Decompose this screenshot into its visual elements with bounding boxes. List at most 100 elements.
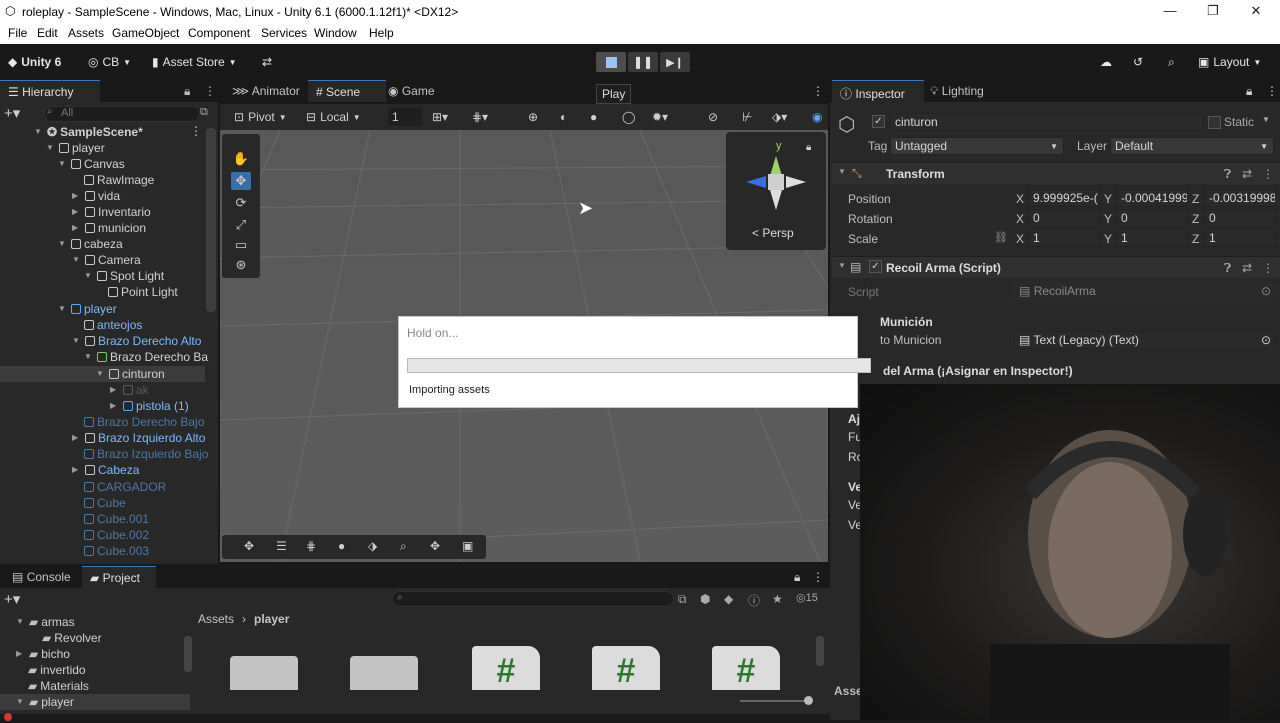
hand-tool-icon[interactable]: ✋ (231, 150, 251, 168)
tree-row-inactive[interactable]: ▶ ak (110, 382, 149, 398)
history-icon[interactable]: ↺ (1133, 51, 1143, 73)
type-filter-icon[interactable]: ⬢ (700, 592, 710, 606)
tree-row[interactable]: ▼ player (46, 140, 105, 156)
project-search-input[interactable]: ⌕ (392, 591, 674, 607)
position-z-field[interactable]: -0.00319998 (1204, 189, 1276, 207)
scale-y-field[interactable]: 1 (1116, 229, 1188, 247)
tree-row[interactable]: Cube (84, 495, 126, 511)
tab-scene[interactable]: # Scene (308, 80, 386, 102)
tree-row[interactable]: Cube.002 (84, 527, 149, 543)
unity-button[interactable]: ◆ Unity 6 (8, 51, 61, 73)
lock-icon[interactable]: 🔒︎ (794, 570, 800, 585)
folder-row[interactable]: ▰ invertido (28, 662, 86, 678)
2d-toggle-icon[interactable]: ⊘ (708, 108, 718, 126)
shaded-icon[interactable]: ● (590, 108, 597, 126)
rotation-x-field[interactable]: 0 (1028, 209, 1100, 227)
effects-icon[interactable]: ⬗▾ (772, 108, 787, 126)
script-asset[interactable]: # (712, 646, 780, 690)
static-checkbox[interactable] (1208, 116, 1221, 129)
script-asset[interactable]: # (592, 646, 660, 690)
layout-dropdown[interactable]: ▣ Layout ▼ (1198, 51, 1261, 73)
move-icon[interactable]: ✥ (244, 539, 254, 553)
lock-icon[interactable]: 🔒︎ (184, 84, 190, 99)
tree-row[interactable]: ▼ cabeza (58, 236, 123, 252)
persp-toggle[interactable]: < Persp (752, 226, 794, 240)
scale-x-field[interactable]: 1 (1028, 229, 1100, 247)
search-icon[interactable]: ⌕ (1168, 51, 1175, 73)
link-icon[interactable]: ⛓︎ (994, 231, 1008, 244)
scene-visibility-icon[interactable]: ⧉ (200, 106, 208, 119)
navigate-icon[interactable]: ✥ (430, 539, 440, 553)
shading-icon[interactable]: ◐ (560, 108, 567, 126)
rect-tool-icon[interactable]: ▭ (231, 236, 251, 254)
folder-row[interactable]: ▼ ▰ armas (16, 614, 75, 630)
menu-window[interactable]: Window (314, 26, 357, 40)
menu-component[interactable]: Component (188, 26, 250, 40)
hierarchy-scrollbar[interactable] (206, 128, 216, 312)
more-icon[interactable]: ⋮ (812, 84, 824, 98)
tree-row[interactable]: RawImage (84, 172, 154, 188)
tree-row[interactable]: CARGADOR (84, 479, 166, 495)
scale-tool-icon[interactable]: ⤢ (231, 216, 251, 234)
tab-animator[interactable]: ⋙ Animator (224, 80, 308, 102)
debug-icon[interactable]: ✹▾ (652, 108, 668, 126)
add-icon[interactable]: +▾ (4, 104, 20, 122)
tree-row[interactable]: Brazo Derecho Bajo (84, 414, 204, 430)
transform-tool-icon[interactable]: ⊛ (231, 256, 251, 274)
folder-tree-scrollbar[interactable] (184, 636, 192, 672)
folder-row-selected[interactable]: ▼ ▰ player (16, 694, 74, 710)
orientation-gizmo[interactable]: 🔒︎ y < Persp (726, 132, 826, 250)
tab-game[interactable]: ◉ Game (380, 80, 443, 102)
minimize-icon[interactable]: — (1160, 3, 1180, 18)
tree-row[interactable]: ▼ Canvas (58, 156, 125, 172)
audio-toggle-icon[interactable]: ⊬ (742, 108, 752, 126)
tag-dropdown[interactable]: Untagged ▼ (890, 137, 1064, 155)
assets-scrollbar[interactable] (816, 636, 824, 666)
tab-inspector[interactable]: ⓘ Inspector (832, 80, 924, 102)
play-button[interactable] (596, 52, 626, 72)
camera-icon[interactable]: ▣ (462, 539, 473, 553)
restore-icon[interactable]: ❐ (1203, 3, 1223, 19)
local-dropdown[interactable]: ⊟ Local ▼ (306, 108, 361, 126)
info-icon[interactable]: ⓘ (748, 592, 760, 609)
gizmos-icon[interactable]: ◉ (812, 108, 822, 126)
tree-row[interactable]: Brazo Izquierdo Bajo (84, 446, 208, 462)
more-icon[interactable]: ⋮ (1266, 84, 1278, 98)
folder-row[interactable]: ▶ ▰ bicho (16, 646, 70, 662)
position-y-field[interactable]: -0.00041999 (1116, 189, 1188, 207)
folder-row[interactable]: ▰ Revolver (42, 630, 102, 646)
lock-icon[interactable]: 🔒︎ (1246, 84, 1252, 99)
folder-asset[interactable] (350, 656, 418, 690)
hierarchy-search-input[interactable]: All (44, 106, 200, 122)
layers-icon[interactable]: ⬗ (368, 539, 377, 553)
snap-icon[interactable]: ⊞▾ (432, 108, 448, 126)
icon-size-slider[interactable] (740, 700, 810, 702)
tree-row[interactable]: ▶ Inventario (72, 204, 151, 220)
pause-button[interactable]: ❚❚ (628, 52, 658, 72)
preset-icon[interactable]: ⇄ (1242, 167, 1252, 181)
grid-icon[interactable]: ⋕ (306, 539, 316, 553)
more-icon[interactable]: ⋮ (204, 84, 216, 98)
cloud-icon[interactable]: ☁ (1100, 51, 1112, 73)
folder-row[interactable]: ▰ Materials (28, 678, 89, 694)
rotate-tool-icon[interactable]: ⟳ (231, 194, 251, 212)
grid-toggle-icon[interactable]: ⋕▾ (472, 108, 488, 126)
folder-asset[interactable] (230, 656, 298, 690)
active-checkbox[interactable]: ✓ (872, 115, 885, 128)
tree-row[interactable]: ▼ Spot Light (84, 268, 164, 284)
tab-lighting[interactable]: 💡︎ Lighting (922, 80, 992, 102)
position-x-field[interactable]: 9.999925e-( (1028, 189, 1100, 207)
tree-row-prefab[interactable]: ▼ player (58, 301, 117, 317)
rotation-y-field[interactable]: 0 (1116, 209, 1188, 227)
script-asset[interactable]: # (472, 646, 540, 690)
version-control-icon[interactable]: ⇄ (262, 51, 272, 73)
object-name-field[interactable]: cinturon (890, 113, 1204, 131)
menu-file[interactable]: File (8, 26, 27, 40)
breadcrumb-item[interactable]: Assets (198, 612, 234, 626)
tree-row[interactable]: Cube.001 (84, 511, 149, 527)
chevron-down-icon[interactable]: ▼ (838, 167, 846, 176)
help-icon[interactable]: ❓︎ (1224, 167, 1231, 182)
layer-dropdown[interactable]: Default ▼ (1110, 137, 1274, 155)
preset-icon[interactable]: ⇄ (1242, 261, 1252, 275)
tree-row[interactable]: anteojos (84, 317, 142, 333)
